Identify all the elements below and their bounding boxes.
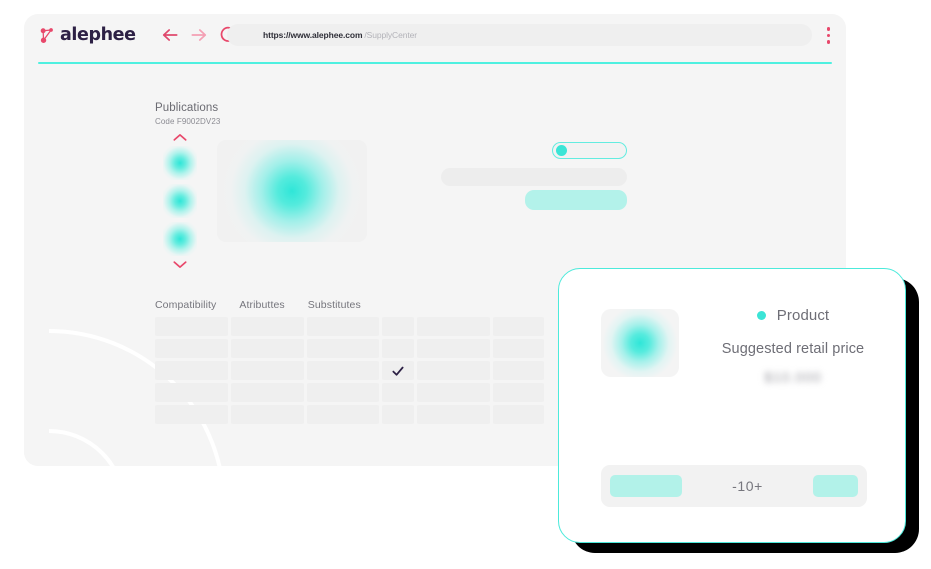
primary-action-button[interactable] xyxy=(525,190,627,210)
table-cell xyxy=(492,383,544,402)
table-cell xyxy=(306,339,380,358)
page-title: Publications xyxy=(155,102,219,114)
url-path: /SupplyCenter xyxy=(364,30,417,40)
kebab-menu-icon[interactable] xyxy=(826,27,830,44)
hero-product-image[interactable] xyxy=(217,140,367,242)
kebab-dot xyxy=(826,33,830,37)
table-cell xyxy=(416,339,490,358)
url-bar[interactable]: https://www.alephee.com /SupplyCenter xyxy=(227,24,812,46)
molecule-icon xyxy=(40,28,53,43)
table-cell xyxy=(416,405,490,424)
page-subtitle-code: Code F9002DV23 xyxy=(155,117,221,126)
table-row[interactable] xyxy=(155,405,544,424)
thumbnail-item[interactable] xyxy=(163,146,197,180)
product-label: Product xyxy=(776,307,830,324)
table-cell xyxy=(230,339,304,358)
table-row[interactable] xyxy=(155,361,544,380)
chevron-down-icon[interactable] xyxy=(171,260,189,270)
table-cell xyxy=(306,317,380,336)
table-cell xyxy=(155,383,228,402)
thumbnail-rail xyxy=(157,132,203,270)
table-cell-checked[interactable] xyxy=(382,361,414,380)
table-cell xyxy=(416,361,490,380)
table-tab-headers: Compatibility Atributtes Substitutes xyxy=(155,299,361,311)
product-card: Product Suggested retail price $10.000 -… xyxy=(558,268,906,543)
tab-compatibility[interactable]: Compatibility xyxy=(155,299,216,311)
table-cell xyxy=(155,339,228,358)
browser-nav-controls xyxy=(160,25,238,45)
toggle-knob xyxy=(556,145,567,156)
toggle-switch[interactable] xyxy=(552,142,627,159)
placeholder-bar xyxy=(441,168,627,186)
table-row[interactable] xyxy=(155,383,544,402)
table-cell xyxy=(306,383,380,402)
table-cell xyxy=(230,383,304,402)
table-cell xyxy=(155,317,228,336)
table-cell xyxy=(492,339,544,358)
status-dot-icon xyxy=(756,311,766,320)
stepper-value: -10+ xyxy=(732,478,763,494)
table-row[interactable] xyxy=(155,317,544,336)
arrow-right-icon[interactable] xyxy=(189,25,209,45)
table-cell xyxy=(382,339,414,358)
table-cell xyxy=(230,361,304,380)
table-cell xyxy=(492,361,544,380)
brand-logo[interactable]: alephee xyxy=(38,25,136,45)
table-cell xyxy=(306,405,380,424)
stepper-increment-button[interactable] xyxy=(813,475,858,497)
stepper-decrement-button[interactable] xyxy=(610,475,682,497)
tab-attributes[interactable]: Atributtes xyxy=(239,299,284,311)
tab-substitutes[interactable]: Substitutes xyxy=(308,299,361,311)
url-domain: https://www.alephee.com xyxy=(263,30,363,40)
arrow-left-icon[interactable] xyxy=(160,25,180,45)
thumbnail-item[interactable] xyxy=(163,184,197,218)
table-cell xyxy=(492,317,544,336)
table-cell xyxy=(416,383,490,402)
data-table xyxy=(155,317,544,427)
browser-toolbar: alephee https://www.alephee.com /SupplyC… xyxy=(24,14,846,56)
table-cell xyxy=(382,383,414,402)
table-cell xyxy=(230,405,304,424)
table-cell xyxy=(306,361,380,380)
table-cell xyxy=(382,405,414,424)
product-card-image[interactable] xyxy=(601,309,679,377)
price-label: Suggested retail price xyxy=(721,341,865,357)
price-value: $10.000 xyxy=(764,369,822,385)
thumbnail-item[interactable] xyxy=(163,222,197,256)
kebab-dot xyxy=(826,27,830,31)
table-cell xyxy=(230,317,304,336)
table-cell xyxy=(382,317,414,336)
product-label-row: Product xyxy=(698,307,888,324)
quantity-stepper: -10+ xyxy=(601,465,867,507)
table-cell xyxy=(155,361,228,380)
table-row[interactable] xyxy=(155,339,544,358)
kebab-dot xyxy=(826,40,830,44)
brand-name: alephee xyxy=(60,25,136,45)
table-cell xyxy=(155,405,228,424)
table-cell xyxy=(416,317,490,336)
table-cell xyxy=(492,405,544,424)
chevron-up-icon[interactable] xyxy=(171,132,189,142)
check-icon xyxy=(392,366,404,376)
